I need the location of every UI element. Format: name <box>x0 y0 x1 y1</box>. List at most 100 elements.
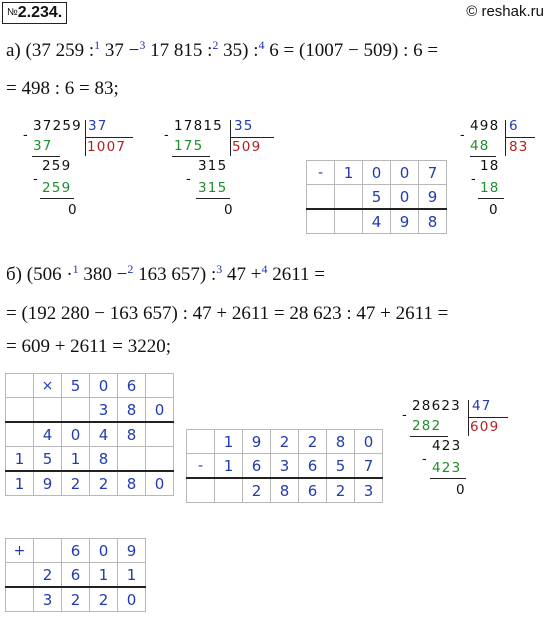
minus-sign: - <box>186 453 215 479</box>
dividend: 498 <box>470 118 500 134</box>
order-mark: 1 <box>72 262 79 276</box>
digit-cell: 7 <box>354 453 383 479</box>
empty-cell <box>306 184 335 210</box>
digit-cell: 4 <box>362 208 391 234</box>
expr-b-seg: 380 − <box>78 264 128 285</box>
dividend: 37259 <box>33 118 82 134</box>
remainder: 423 <box>432 438 462 454</box>
digit-cell: 6 <box>61 538 90 563</box>
expr-a-seg: 6 = (1007 − 509) : 6 = <box>264 40 439 61</box>
digit-cell: 9 <box>418 184 447 210</box>
digit-cell: 0 <box>145 397 174 423</box>
digit-cell: 4 <box>89 421 118 447</box>
empty-cell <box>145 373 174 398</box>
empty-cell <box>33 538 62 563</box>
empty-cell <box>33 397 62 423</box>
digit-cell: 8 <box>117 397 146 423</box>
expr-a-seg: 37 − <box>100 40 140 61</box>
digit-cell: 0 <box>117 586 146 612</box>
part-b-line3: = 609 + 2611 = 3220; <box>6 336 171 357</box>
digit-cell: 2 <box>89 470 118 496</box>
empty-cell <box>145 421 174 447</box>
digit-cell: 0 <box>354 429 383 454</box>
expr-b-seg: 163 657) : <box>133 264 217 285</box>
digit-cell: 8 <box>89 446 118 472</box>
subtrahend: 48 <box>470 138 490 154</box>
order-mark: 2 <box>127 262 134 276</box>
long-division-2: 17815 35 509 - 175 315 - 315 0 <box>162 118 282 243</box>
empty-cell <box>186 477 215 503</box>
empty-cell <box>214 477 243 503</box>
digit-cell: 6 <box>242 453 271 479</box>
order-mark: 4 <box>258 38 265 52</box>
number-sign: № <box>7 7 18 18</box>
expr-a-seg: 35) : <box>218 40 259 61</box>
empty-cell <box>334 184 363 210</box>
empty-cell <box>117 446 146 472</box>
digit-cell: 7 <box>418 160 447 185</box>
digit-cell: 9 <box>117 538 146 563</box>
problem-number-text: 2.234. <box>17 4 63 21</box>
long-division-4: 28623 47 609 - 282 423 - 423 0 <box>400 398 520 523</box>
digit-cell: 6 <box>117 373 146 398</box>
remainder: 0 <box>489 202 499 218</box>
digit-cell: 0 <box>390 160 419 185</box>
quotient: 1007 <box>87 139 127 155</box>
digit-cell: 0 <box>390 184 419 210</box>
empty-cell <box>334 208 363 234</box>
remainder: 315 <box>198 158 228 174</box>
digit-cell: 1 <box>5 446 34 472</box>
part-a-expression: а) (37 259 :1 37 −3 17 815 :2 35) :4 6 =… <box>6 38 439 62</box>
digit-cell: 3 <box>33 586 62 612</box>
long-division-1: 37259 37 1007 - 37 259 - 259 0 <box>18 118 138 243</box>
digit-cell: 5 <box>61 373 90 398</box>
remainder: 0 <box>456 482 466 498</box>
quotient: 509 <box>232 139 262 155</box>
digit-cell: 2 <box>270 429 299 454</box>
dividend: 28623 <box>412 398 461 414</box>
times-sign: × <box>33 373 62 398</box>
empty-cell <box>5 586 34 612</box>
digit-cell: 1 <box>117 562 146 588</box>
digit-cell: 6 <box>298 477 327 503</box>
divisor: 47 <box>472 398 492 414</box>
divisor: 6 <box>509 118 519 134</box>
digit-cell: 6 <box>61 562 90 588</box>
digit-cell: 3 <box>270 453 299 479</box>
digit-cell: 9 <box>33 470 62 496</box>
empty-cell <box>61 397 90 423</box>
digit-cell: 8 <box>117 421 146 447</box>
digit-cell: 6 <box>298 453 327 479</box>
empty-cell <box>145 446 174 472</box>
digit-cell: 8 <box>326 429 355 454</box>
quotient: 609 <box>470 419 500 435</box>
part-b-marker: б) <box>6 264 22 285</box>
multiplication-table: × 5 0 6 3 8 0 4 0 4 8 1 5 1 8 1 9 2 2 8 … <box>5 373 174 496</box>
empty-cell <box>5 562 34 588</box>
subtraction-table-b: 1 9 2 2 8 0 - 1 6 3 6 5 7 2 8 6 2 3 <box>186 429 383 503</box>
subtrahend: 18 <box>480 180 500 196</box>
digit-cell: 2 <box>89 586 118 612</box>
subtrahend: 175 <box>174 138 204 154</box>
digit-cell: 1 <box>214 453 243 479</box>
expr-b-seg: (506 · <box>26 264 73 285</box>
digit-cell: 8 <box>418 208 447 234</box>
order-mark: 2 <box>212 38 219 52</box>
digit-cell: 1 <box>5 470 34 496</box>
digit-cell: 1 <box>334 160 363 185</box>
order-mark: 1 <box>94 38 101 52</box>
digit-cell: 4 <box>33 421 62 447</box>
digit-cell: 2 <box>33 562 62 588</box>
part-a-line2: = 498 : 6 = 83; <box>6 78 119 99</box>
long-division-3: 498 6 83 - 48 18 - 18 0 <box>460 118 540 243</box>
subtrahend: 37 <box>33 138 53 154</box>
remainder: 259 <box>42 158 72 174</box>
subtrahend: 423 <box>432 460 462 476</box>
digit-cell: 5 <box>33 446 62 472</box>
digit-cell: 9 <box>390 208 419 234</box>
subtrahend: 315 <box>198 180 228 196</box>
digit-cell: 2 <box>298 429 327 454</box>
quotient: 83 <box>509 139 529 155</box>
empty-cell <box>5 397 34 423</box>
digit-cell: 3 <box>354 477 383 503</box>
